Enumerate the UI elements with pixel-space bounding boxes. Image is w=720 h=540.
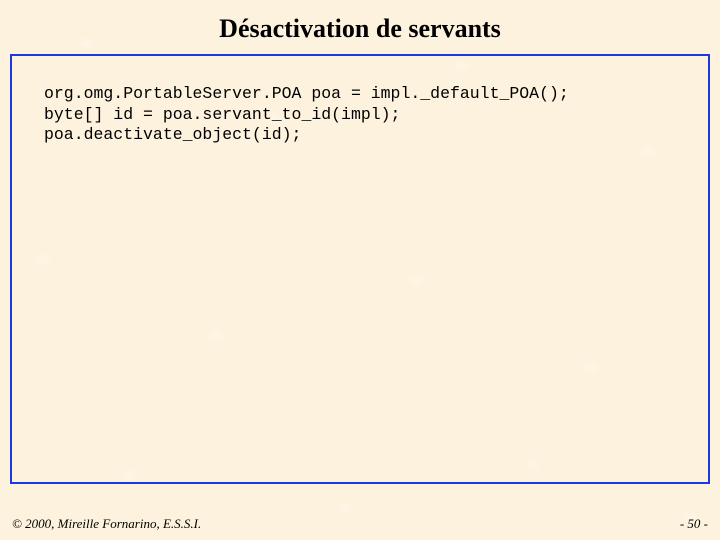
code-line-2: byte[] id = poa.servant_to_id(impl); [44, 105, 400, 124]
code-line-3: poa.deactivate_object(id); [44, 125, 301, 144]
page-number: - 50 - [680, 516, 708, 532]
code-line-1: org.omg.PortableServer.POA poa = impl._d… [44, 84, 569, 103]
slide-title: Désactivation de servants [0, 0, 720, 54]
code-block: org.omg.PortableServer.POA poa = impl._d… [44, 84, 688, 146]
copyright-text: © 2000, Mireille Fornarino, E.S.S.I. [12, 516, 201, 532]
code-frame: org.omg.PortableServer.POA poa = impl._d… [10, 54, 710, 484]
footer: © 2000, Mireille Fornarino, E.S.S.I. - 5… [0, 516, 720, 532]
